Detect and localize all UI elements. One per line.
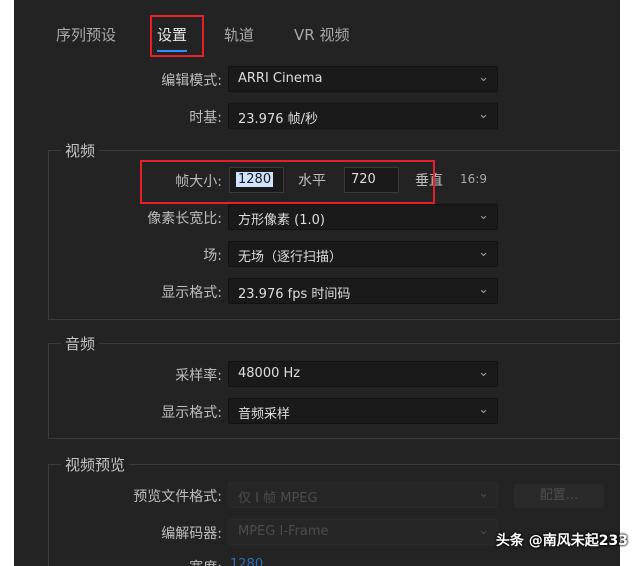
configure-button[interactable]: 配置...: [514, 484, 604, 508]
fields-value: 无场（逐行扫描）: [238, 250, 343, 265]
preview-file-format-value: 仅 I 帧 MPEG: [238, 491, 318, 506]
audio-section-frame: [48, 343, 620, 439]
video-display-format-row: 显示格式: 23.976 fps 时间码 ⌄: [14, 278, 620, 304]
audio-display-format-row: 显示格式: 音频采样 ⌄: [14, 398, 620, 424]
tab-vr-video[interactable]: VR 视频: [294, 24, 349, 45]
codec-select[interactable]: MPEG I-Frame ⌄: [228, 519, 498, 545]
edit-mode-select[interactable]: ARRI Cinema ⌄: [228, 66, 498, 92]
edit-mode-label: 编辑模式:: [161, 73, 222, 89]
timebase-row: 时基: 23.976 帧/秒 ⌄: [14, 103, 620, 129]
chevron-down-icon: ⌄: [478, 208, 489, 223]
pixel-aspect-row: 像素长宽比: 方形像素 (1.0) ⌄: [14, 204, 620, 230]
chevron-down-icon: ⌄: [478, 523, 489, 538]
timebase-value: 23.976 帧/秒: [238, 112, 318, 127]
watermark-text: 头条 @南风未起233: [495, 533, 628, 549]
tab-tracks[interactable]: 轨道: [224, 24, 254, 45]
edit-mode-row: 编辑模式: ARRI Cinema ⌄: [14, 66, 620, 92]
audio-display-format-value: 音频采样: [238, 407, 291, 422]
audio-display-format-label: 显示格式:: [161, 405, 222, 421]
preview-section-title: 视频预览: [61, 454, 130, 475]
sample-rate-select[interactable]: 48000 Hz ⌄: [228, 361, 498, 387]
fields-row: 场: 无场（逐行扫描） ⌄: [14, 241, 620, 267]
tab-sequence-presets[interactable]: 序列预设: [56, 24, 116, 45]
codec-value: MPEG I-Frame: [238, 524, 329, 539]
preview-file-format-select[interactable]: 仅 I 帧 MPEG ⌄: [228, 482, 498, 508]
tab-bar: 序列预设 设置 轨道 VR 视频: [14, 0, 620, 68]
pixel-aspect-select[interactable]: 方形像素 (1.0) ⌄: [228, 204, 498, 230]
preview-width-value[interactable]: 1280: [230, 557, 263, 566]
frame-size-highlight-box: [140, 160, 435, 204]
pixel-aspect-label: 像素长宽比:: [147, 211, 222, 227]
timebase-label: 时基:: [189, 110, 222, 126]
video-display-format-select[interactable]: 23.976 fps 时间码 ⌄: [228, 278, 498, 304]
edit-mode-value: ARRI Cinema: [238, 71, 323, 86]
fields-label: 场:: [203, 248, 222, 264]
chevron-down-icon: ⌄: [478, 245, 489, 260]
preview-width-label: 宽度:: [189, 557, 222, 566]
video-display-format-value: 23.976 fps 时间码: [238, 287, 351, 302]
chevron-down-icon: ⌄: [478, 365, 489, 380]
preview-width-row: 宽度: 1280: [14, 553, 620, 566]
preview-file-format-label: 预览文件格式:: [133, 489, 222, 505]
timebase-select[interactable]: 23.976 帧/秒 ⌄: [228, 103, 498, 129]
pixel-aspect-value: 方形像素 (1.0): [238, 213, 325, 228]
tab-highlight-box: [150, 15, 204, 57]
sample-rate-label: 采样率:: [175, 368, 222, 384]
fields-select[interactable]: 无场（逐行扫描） ⌄: [228, 241, 498, 267]
chevron-down-icon: ⌄: [478, 107, 489, 122]
sample-rate-row: 采样率: 48000 Hz ⌄: [14, 361, 620, 387]
audio-display-format-select[interactable]: 音频采样 ⌄: [228, 398, 498, 424]
video-section-title: 视频: [61, 140, 100, 161]
chevron-down-icon: ⌄: [478, 70, 489, 85]
codec-label: 编解码器:: [161, 526, 222, 542]
chevron-down-icon: ⌄: [478, 486, 489, 501]
video-display-format-label: 显示格式:: [161, 285, 222, 301]
sequence-settings-panel: 序列预设 设置 轨道 VR 视频 编辑模式: ARRI Cinema ⌄ 时基:…: [14, 0, 620, 566]
preview-section-frame: [48, 464, 620, 566]
chevron-down-icon: ⌄: [478, 402, 489, 417]
aspect-ratio-text: 16:9: [460, 172, 487, 186]
audio-section-title: 音频: [61, 333, 100, 354]
chevron-down-icon: ⌄: [478, 282, 489, 297]
sample-rate-value: 48000 Hz: [238, 366, 301, 381]
